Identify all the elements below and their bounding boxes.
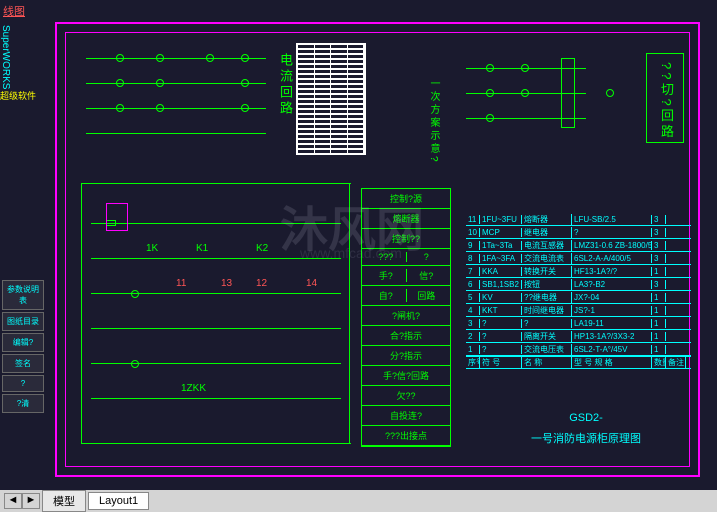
ctrl-row: 欠??	[362, 386, 450, 406]
ctrl-row: 手?信?回路	[362, 366, 450, 386]
label-primary: 一次方案示意?	[426, 78, 441, 165]
control-description-box: 控制?源熔断器控制??????手?信?自?回路?闸机?合?指示分?指示手?信?回…	[361, 188, 451, 447]
drawing-frame: 电流回路 for(let i=0;i<22;i++)document.write…	[55, 22, 700, 477]
parts-row: 91Ta~3Ta电流互感器LMZ31-0.6 ZB-1800/53	[466, 239, 691, 252]
side-btn-1[interactable]: 图纸目录	[2, 312, 44, 331]
ctrl-row: 控制??	[362, 229, 450, 249]
side-btn-2[interactable]: 编辑?	[2, 333, 44, 352]
parts-row: 81FA~3FA交流电流表6SL2-A-A/400/53	[466, 252, 691, 265]
side-app-sub: 超级软件	[0, 89, 48, 102]
side-btn-3[interactable]: 签名	[2, 354, 44, 373]
ctrl-row: 手?信?	[362, 266, 450, 286]
title-block: GSD2- 一号消防电源柜原理图	[511, 412, 661, 446]
parts-row: 1?交流电压表6SL2-T-A°/45V1	[466, 343, 691, 356]
parts-row: 7KKA转换开关HF13-1A?/?1	[466, 265, 691, 278]
switch-loop-label-box: ??切?回路	[646, 53, 684, 143]
parts-row: 2?隔离开关HP13-1A?/3X3-21	[466, 330, 691, 343]
switch-loop-block	[466, 53, 636, 143]
side-btn-5[interactable]: ?清	[2, 394, 44, 413]
parts-row: 10MCP继电器?3	[466, 226, 691, 239]
side-btn-4[interactable]: ?	[2, 375, 44, 392]
top-link[interactable]: 线图	[3, 3, 25, 19]
drawing-name: 一号消防电源柜原理图	[511, 430, 661, 446]
ctrl-row: ?闸机?	[362, 306, 450, 326]
ctrl-row: 自?回路	[362, 286, 450, 306]
parts-row: 111FU~3FU熔断器LFU-SB/2.53	[466, 213, 691, 226]
tab-model[interactable]: 模型	[42, 490, 86, 512]
parts-header: 序号符 号名 称型 号 规 格数量备注	[466, 356, 691, 369]
parts-row: 4KKT时间继电器JS?-11	[466, 304, 691, 317]
side-buttons: 参数说明表 图纸目录 编辑? 签名 ? ?清	[2, 280, 44, 415]
layout-tabs: ◄ ► 模型 Layout1	[0, 490, 717, 512]
cad-canvas[interactable]: 线图 SuperWORKS 超级软件 参数说明表 图纸目录 编辑? 签名 ? ?…	[0, 0, 717, 490]
side-btn-0[interactable]: 参数说明表	[2, 280, 44, 310]
parts-row: 6SB1,1SB2按钮LA3?-B23	[466, 278, 691, 291]
current-loop-block	[86, 43, 266, 143]
ctrl-row: 自投连?	[362, 406, 450, 426]
ctrl-row: 熔断器	[362, 209, 450, 229]
control-circuit: K1 K2 1K 1ZKK 13 11 12 14	[81, 183, 351, 453]
parts-table: 111FU~3FU熔断器LFU-SB/2.5310MCP继电器?391Ta~3T…	[466, 213, 691, 369]
inner-frame: 电流回路 for(let i=0;i<22;i++)document.write…	[65, 32, 690, 467]
tab-layout1[interactable]: Layout1	[88, 492, 149, 510]
label-current-loop: 电流回路	[276, 53, 295, 117]
parts-row: 5KV??继电器JX?-041	[466, 291, 691, 304]
tab-nav-left-icon[interactable]: ◄	[4, 493, 22, 509]
parts-row: 3??LA19-111	[466, 317, 691, 330]
tab-nav-right-icon[interactable]: ►	[22, 493, 40, 509]
ctrl-row: ???出接点	[362, 426, 450, 446]
side-app-title: SuperWORKS	[0, 25, 11, 89]
ctrl-row: 分?指示	[362, 346, 450, 366]
drawing-code: GSD2-	[511, 412, 661, 424]
terminal-block: for(let i=0;i<22;i++)document.write('<di…	[296, 43, 366, 173]
ctrl-row: 合?指示	[362, 326, 450, 346]
ctrl-row: 控制?源	[362, 189, 450, 209]
ctrl-row: ????	[362, 249, 450, 266]
